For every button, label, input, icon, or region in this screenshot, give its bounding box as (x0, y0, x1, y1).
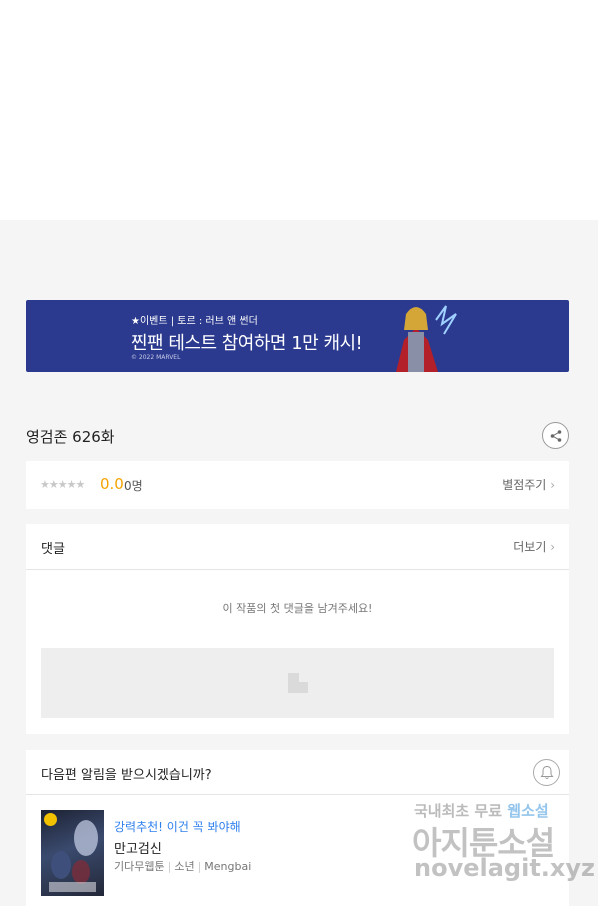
thor-figure-image (396, 305, 457, 372)
recommendation-author: Mengbai (204, 860, 252, 873)
rating-card: ★★★★★ 0.0 0명 별점주기 › (26, 461, 569, 509)
rating-votes: 0명 (124, 479, 143, 493)
chevron-right-icon: › (550, 478, 555, 492)
banner-headline: 찐팬 테스트 참여하면 1만 캐시! (131, 333, 363, 354)
cover-art-image (49, 820, 98, 892)
recommendation-genre: 기다무웹툰 (114, 860, 165, 873)
share-button[interactable] (542, 422, 569, 449)
episode-title-row: 영검존 626화 (26, 422, 569, 449)
rate-button-label: 별점주기 (502, 478, 547, 492)
rate-button[interactable]: 별점주기 › (502, 476, 555, 493)
notify-card: 다음편 알림을 받으시겠습니까? 강력추천! 이건 꼭 봐야해 만고검신 기다무… (26, 750, 569, 906)
meta-divider: | (167, 860, 172, 873)
notify-toggle-button[interactable] (533, 759, 560, 786)
notify-header: 다음편 알림을 받으시겠습니까? (26, 750, 569, 795)
rating-score: 0.0 (100, 475, 124, 493)
recommendation-title[interactable]: 만고검신 (114, 838, 162, 857)
comment-label: 댓글 (41, 542, 65, 557)
recommendation-label: 강력추천! 이건 꼭 봐야해 (114, 820, 241, 834)
meta-divider: | (197, 860, 202, 873)
recommendation-thumbnail[interactable] (41, 810, 104, 896)
chevron-right-icon: › (550, 540, 555, 554)
comment-input-area[interactable] (41, 648, 554, 718)
more-label: 더보기 (513, 540, 547, 554)
recommendation-category: 소년 (174, 860, 195, 873)
top-blank-area (0, 0, 598, 220)
rating-stars[interactable]: ★★★★★ (40, 478, 85, 491)
comment-placeholder-icon (288, 673, 308, 693)
comments-more-button[interactable]: 더보기 › (513, 538, 555, 555)
recommendation-meta: 기다무웹툰 | 소년 | Mengbai (114, 858, 251, 874)
empty-comment-message: 이 작품의 첫 댓글을 남겨주세요! (222, 602, 373, 615)
episode-title: 영검존 626화 (26, 428, 115, 446)
notify-question: 다음편 알림을 받으시겠습니까? (41, 768, 212, 783)
banner-event-line: ★이벤트 | 토르 : 러브 앤 썬더 (131, 316, 258, 327)
banner-copyright: © 2022 MARVEL (131, 354, 181, 361)
comment-card: 댓글 더보기 › 이 작품의 첫 댓글을 남겨주세요! (26, 524, 569, 734)
share-icon (550, 429, 561, 442)
event-banner[interactable]: ★이벤트 | 토르 : 러브 앤 썬더 찐팬 테스트 참여하면 1만 캐시! ©… (26, 300, 569, 372)
comment-header: 댓글 더보기 › (26, 524, 569, 570)
bell-icon (540, 765, 553, 779)
